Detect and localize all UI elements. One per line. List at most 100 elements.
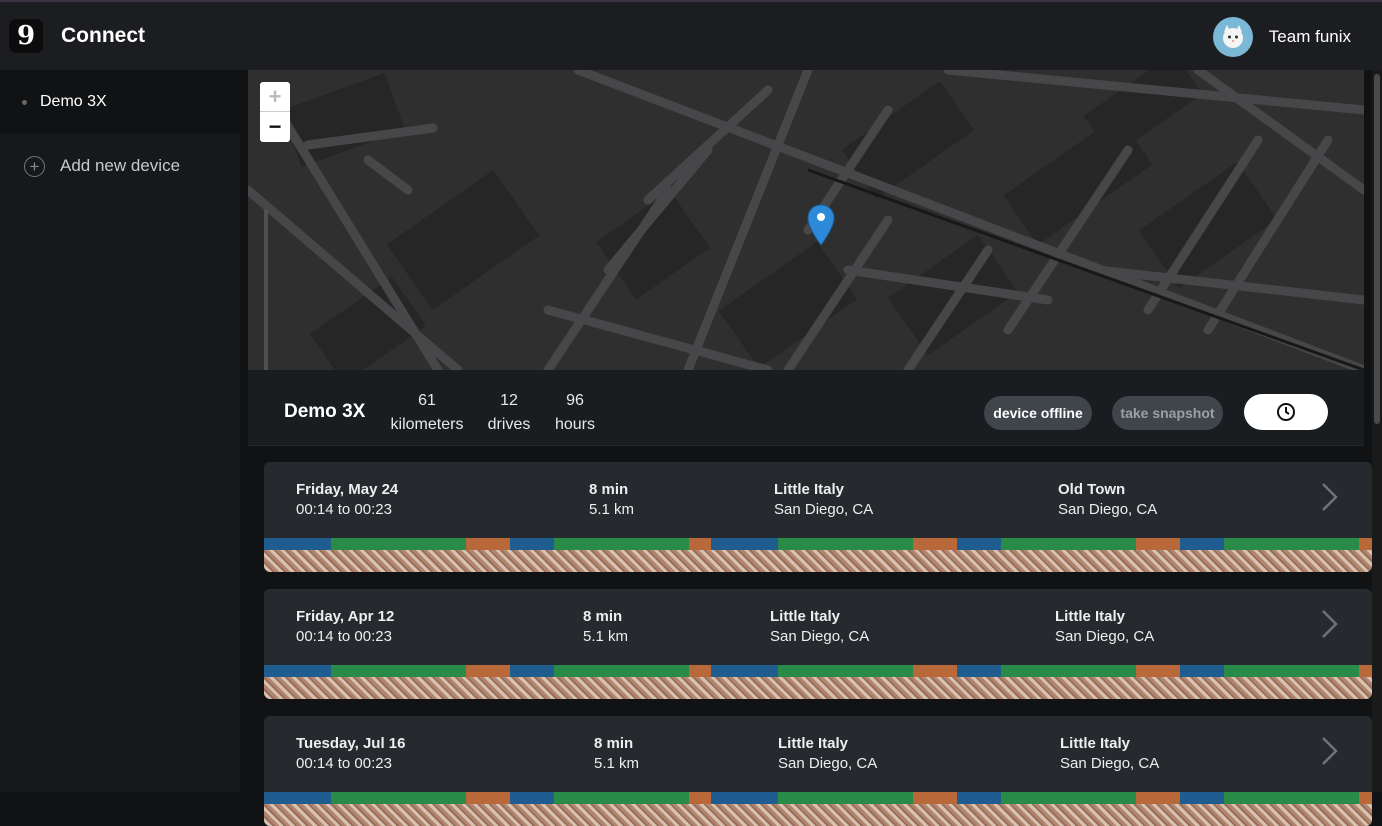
stat-kilometers: 61 kilometers [386, 389, 468, 437]
timeline-segment [778, 792, 913, 804]
time-filter-button[interactable] [1244, 394, 1328, 430]
user-menu[interactable]: Team funix [1212, 17, 1351, 57]
chevron-right-icon[interactable] [1314, 736, 1344, 766]
timeline-segment [510, 792, 554, 804]
timeline-segment [1180, 665, 1224, 677]
drive-card[interactable]: Tuesday, Jul 16 00:14 to 00:23 8 min 5.1 km… [264, 716, 1372, 826]
map-streets [248, 70, 1364, 370]
drive-start-city: San Diego, CA [770, 628, 870, 645]
timeline-segment [689, 792, 711, 804]
top-bar: 9 Connect Team funix [0, 0, 1382, 70]
drive-duration-block: 8 min 5.1 km [594, 734, 639, 774]
drive-date: Tuesday, Jul 16 [296, 735, 406, 752]
drive-time: 00:14 to 00:23 [296, 755, 392, 772]
device-stats-bar: Demo 3X 61 kilometers 12 drives 96 hours… [248, 370, 1364, 446]
drive-start-city: San Diego, CA [774, 501, 874, 518]
user-name: Team funix [1268, 27, 1351, 46]
clock-icon [1277, 403, 1295, 421]
drive-card[interactable]: Friday, May 24 00:14 to 00:23 8 min 5.1 km L… [264, 462, 1372, 572]
timeline-segment [1359, 792, 1372, 804]
drive-start-place-block: Little Italy San Diego, CA [770, 607, 869, 647]
timeline-segment [1224, 538, 1359, 550]
chevron-right-icon[interactable] [1314, 609, 1344, 639]
drive-distance: 5.1 km [594, 755, 640, 772]
timeline-segment [264, 538, 331, 550]
stat-hours-label: hours [554, 416, 596, 433]
page-scrollbar[interactable] [1372, 70, 1382, 792]
timeline-segment [1224, 792, 1359, 804]
drive-start-city: San Diego, CA [778, 755, 878, 772]
stat-hours-value: 96 [566, 392, 584, 409]
drive-end-place-block: Little Italy San Diego, CA [1060, 734, 1159, 774]
drive-date-block: Tuesday, Jul 16 00:14 to 00:23 [296, 734, 406, 774]
drive-start-place-block: Little Italy San Diego, CA [774, 480, 873, 520]
timeline-segment [466, 538, 510, 550]
timeline-segment [1180, 538, 1224, 550]
timeline-segment [1136, 665, 1180, 677]
drive-timeline[interactable] [264, 665, 1372, 677]
timeline-segment [554, 538, 689, 550]
zoom-in-button[interactable]: + [260, 82, 290, 112]
timeline-segment [689, 665, 711, 677]
drive-start-place: Little Italy [778, 735, 849, 752]
timeline-segment [711, 792, 778, 804]
map[interactable]: + − [248, 70, 1364, 370]
sidebar-item-demo-3x[interactable]: Demo 3X [0, 70, 240, 134]
timeline-segment [1359, 665, 1372, 677]
chevron-right-icon[interactable] [1314, 482, 1344, 512]
timeline-segment [778, 665, 913, 677]
drive-end-place: Old Town [1058, 481, 1126, 498]
timeline-segment [331, 792, 466, 804]
timeline-segment [957, 538, 1001, 550]
timeline-segment [913, 538, 957, 550]
device-status-dot [22, 99, 27, 105]
drive-end-city: San Diego, CA [1058, 501, 1158, 518]
zoom-control: + − [260, 82, 290, 142]
drive-distance: 5.1 km [583, 628, 629, 645]
add-device-label: Add new device [60, 156, 181, 175]
timeline-segment [1180, 792, 1224, 804]
drive-duration: 8 min [589, 481, 629, 498]
drive-end-place: Little Italy [1060, 735, 1131, 752]
device-title: Demo 3X [284, 401, 366, 422]
location-pin-icon[interactable] [807, 204, 835, 246]
drive-date: Friday, Apr 12 [296, 608, 395, 625]
timeline-segment [1001, 665, 1136, 677]
take-snapshot-button[interactable]: take snapshot [1112, 396, 1223, 430]
app-title[interactable]: Connect [61, 24, 145, 48]
drive-thumbnail-strip [264, 677, 1372, 699]
drive-timeline[interactable] [264, 792, 1372, 804]
drive-timeline[interactable] [264, 538, 1372, 550]
drive-end-city: San Diego, CA [1055, 628, 1155, 645]
add-device-button[interactable]: + Add new device [0, 134, 240, 198]
timeline-segment [778, 538, 913, 550]
drive-card[interactable]: Friday, Apr 12 00:14 to 00:23 8 min 5.1 km L… [264, 589, 1372, 699]
scrollbar-thumb[interactable] [1374, 74, 1380, 424]
device-name: Demo 3X [40, 93, 107, 110]
timeline-segment [466, 792, 510, 804]
drive-duration: 8 min [594, 735, 634, 752]
zoom-out-button[interactable]: − [260, 112, 290, 142]
drive-end-city: San Diego, CA [1060, 755, 1160, 772]
sidebar: Demo 3X + Add new device [0, 70, 240, 792]
timeline-segment [711, 665, 778, 677]
cat-avatar-icon [1222, 25, 1243, 48]
stat-drives-value: 12 [500, 392, 518, 409]
drive-thumbnail-strip [264, 550, 1372, 572]
timeline-segment [510, 665, 554, 677]
app-logo-icon[interactable]: 9 [9, 19, 43, 53]
timeline-segment [1001, 792, 1136, 804]
timeline-segment [331, 538, 466, 550]
drive-date-block: Friday, May 24 00:14 to 00:23 [296, 480, 398, 520]
avatar[interactable] [1212, 17, 1253, 57]
stat-kilometers-value: 61 [418, 392, 436, 409]
drive-end-place: Little Italy [1055, 608, 1126, 625]
stat-kilometers-label: kilometers [390, 416, 464, 433]
timeline-segment [913, 665, 957, 677]
stat-hours: 96 hours [550, 389, 600, 437]
drive-end-place-block: Old Town San Diego, CA [1058, 480, 1157, 520]
timeline-segment [1359, 538, 1372, 550]
timeline-segment [331, 665, 466, 677]
timeline-segment [264, 665, 331, 677]
timeline-segment [264, 792, 331, 804]
